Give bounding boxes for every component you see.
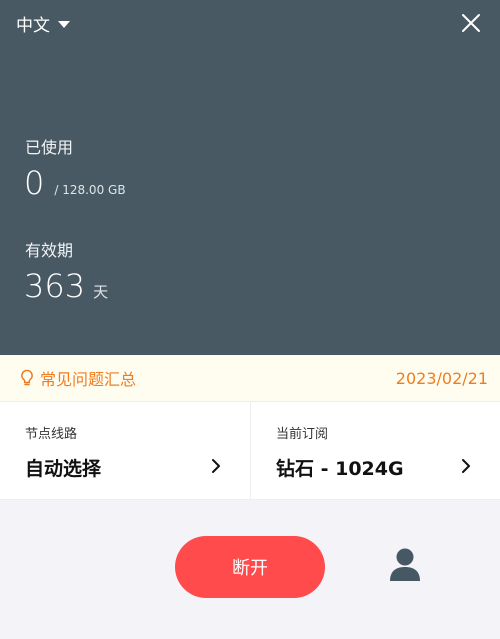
disconnect-button[interactable]: 断开 bbox=[175, 536, 325, 598]
language-label: 中文 bbox=[16, 15, 50, 36]
subscription-card[interactable]: 当前订阅 钻石 - 1024G bbox=[250, 402, 500, 499]
used-total: / 128.00 GB bbox=[54, 183, 126, 197]
faq-link[interactable]: 常见问题汇总 bbox=[20, 366, 136, 390]
used-value: 0 bbox=[24, 164, 45, 202]
used-label: 已使用 bbox=[25, 138, 74, 157]
user-icon[interactable] bbox=[388, 547, 422, 583]
subscription-value: 钻石 - 1024G bbox=[276, 458, 404, 480]
lightbulb-icon bbox=[21, 369, 33, 386]
validity-unit: 天 bbox=[93, 283, 109, 301]
close-icon[interactable] bbox=[460, 12, 482, 34]
validity-readout: 363 天 bbox=[24, 266, 108, 306]
usage-readout: 0 / 128.00 GB bbox=[24, 163, 126, 203]
language-selector[interactable]: 中文 bbox=[16, 11, 70, 36]
info-cards: 节点线路 自动选择 当前订阅 钻石 - 1024G bbox=[0, 401, 500, 500]
chevron-right-icon bbox=[462, 459, 470, 473]
faq-label: 常见问题汇总 bbox=[40, 370, 137, 389]
validity-value: 363 bbox=[24, 267, 86, 305]
route-card[interactable]: 节点线路 自动选择 bbox=[0, 402, 250, 499]
faq-date: 2023/02/21 bbox=[395, 368, 488, 388]
chevron-right-icon bbox=[212, 459, 220, 473]
chevron-down-icon bbox=[58, 20, 70, 28]
faq-banner: 常见问题汇总 2023/02/21 bbox=[0, 355, 500, 401]
status-panel: 中文 已使用 0 / 128.00 GB 有效期 363 天 bbox=[0, 0, 500, 355]
route-title: 节点线路 bbox=[25, 427, 78, 442]
validity-label: 有效期 bbox=[25, 241, 74, 260]
subscription-title: 当前订阅 bbox=[276, 427, 329, 442]
route-value: 自动选择 bbox=[25, 458, 102, 480]
